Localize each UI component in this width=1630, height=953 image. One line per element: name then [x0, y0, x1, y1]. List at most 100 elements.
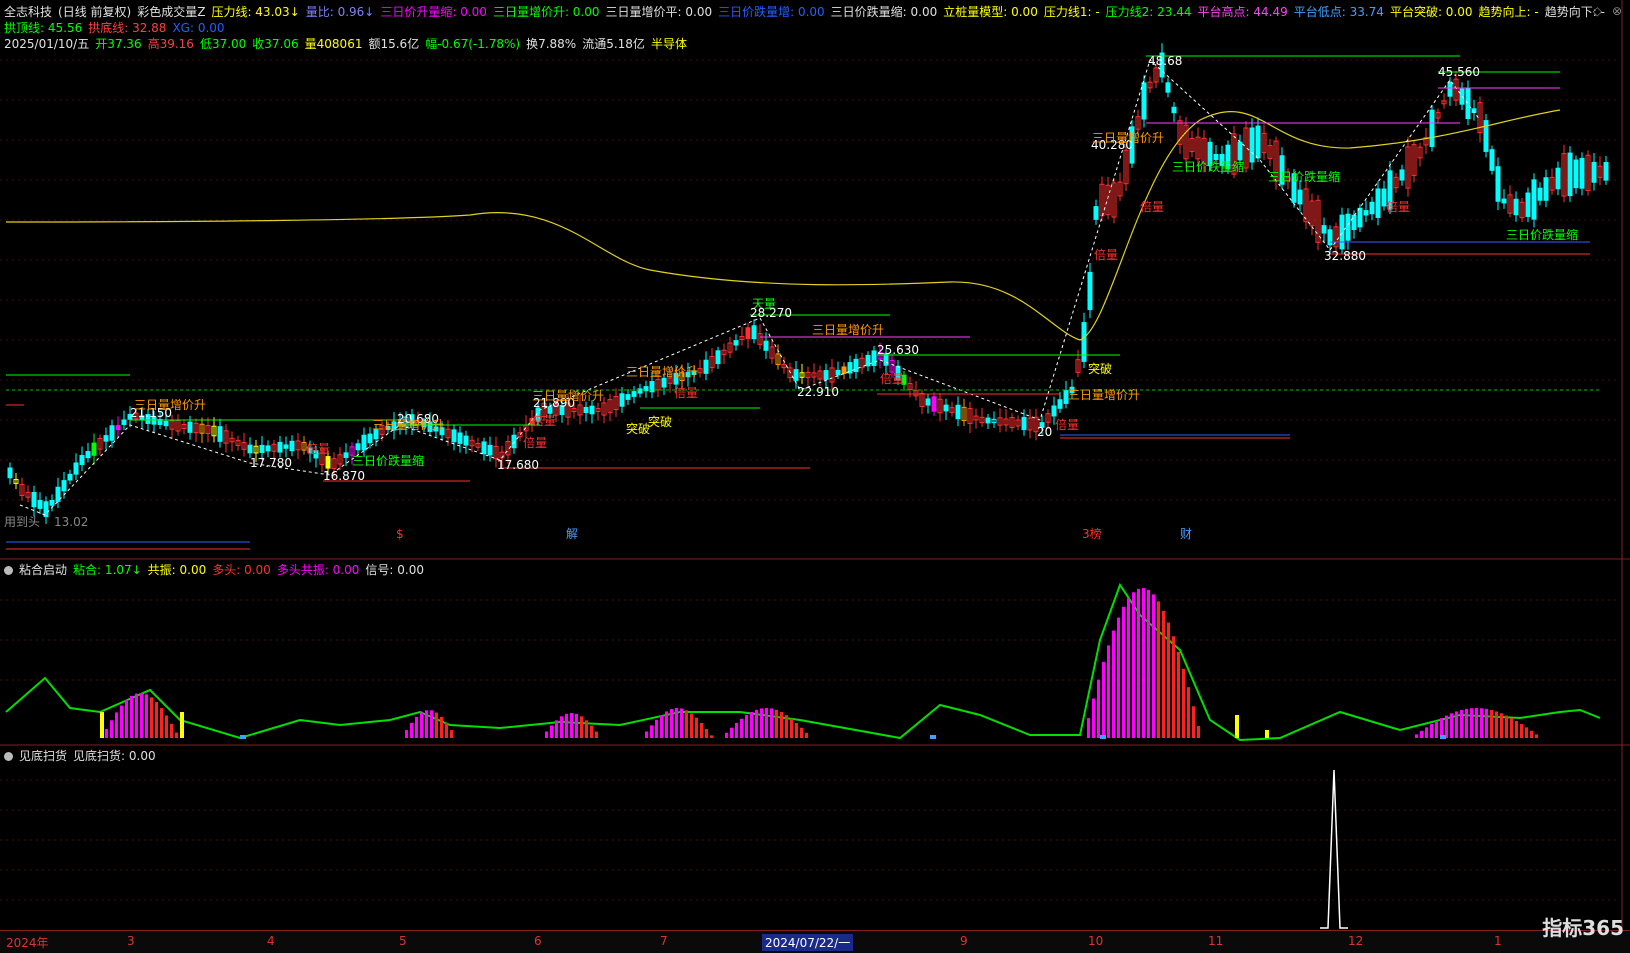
brand-logo: 指标365 [1542, 912, 1624, 941]
candle-body [1501, 198, 1507, 204]
bond-bar [445, 722, 448, 738]
bond-bar [1525, 727, 1528, 738]
x-axis-label: 10 [1088, 934, 1104, 948]
arch-bottom-line: 拱底线: 32.88 [88, 21, 167, 35]
pressure-line: 压力线: 43.03↓ [211, 5, 300, 19]
bond-bar [1455, 711, 1458, 738]
x-axis-label: 7 [660, 934, 668, 948]
candle-body [1345, 213, 1351, 241]
bond-bar [1117, 617, 1120, 738]
panel2-header: 粘合启动 粘合: 1.07↓ 共振: 0.00 多头: 0.00 多头共振: 0.00 信… [4, 562, 430, 578]
candle-body [103, 435, 109, 442]
bond-bar [785, 715, 788, 738]
bond-bar [155, 702, 158, 738]
bond-bar [645, 731, 648, 738]
bottom-sweep-spike [1320, 769, 1348, 929]
sector: 半导体 [650, 37, 687, 51]
candle-body [1297, 189, 1303, 205]
candle-body [1567, 152, 1573, 197]
candle-body [163, 420, 169, 427]
candle-body [943, 404, 949, 412]
bond-bar [580, 716, 583, 738]
close-icon[interactable]: ⊗ [1612, 4, 1622, 18]
settings-dot-icon[interactable] [4, 752, 13, 761]
event-marker[interactable]: 解 [566, 527, 578, 541]
bond-bar [1425, 727, 1428, 738]
bond-bar [1520, 724, 1523, 738]
bond-bar [1505, 715, 1508, 738]
main-indicator-header-2: 拱顶线: 45.56 拱底线: 32.88 XG: 0.00 [4, 20, 231, 36]
event-marker[interactable]: 3榜 [1082, 527, 1102, 541]
chart-annotation: 20 [1037, 425, 1053, 439]
candle-body [61, 480, 67, 492]
bond-bar [775, 709, 778, 738]
bond-bar [440, 716, 443, 738]
candle-body [745, 327, 751, 340]
chart-annotation: 用到头 [4, 515, 41, 529]
candle-body [1021, 416, 1027, 431]
bond-bar [755, 709, 758, 738]
bond-bar [110, 720, 113, 738]
main-indicator-header: 全志科技 (日线 前复权) 彩色成交量Z 压力线: 43.03↓ 量比: 0.96↓ 三日… [4, 4, 1611, 20]
xg-value: XG: 0.00 [172, 21, 225, 35]
settings-dot-icon[interactable] [4, 566, 13, 575]
candle-body [751, 325, 757, 340]
candle-body [247, 444, 253, 454]
candle-body [1465, 88, 1471, 120]
date: 2025/01/10/五 [4, 37, 90, 51]
x-axis-label: 3 [127, 934, 135, 948]
volume-ratio: 量比: 0.96↓ [305, 5, 375, 19]
bond-value: 粘合: 1.07↓ [73, 563, 142, 577]
candle-body [481, 441, 487, 455]
candle-body [661, 377, 667, 388]
event-marker[interactable]: 财 [1180, 527, 1192, 541]
bond-bar [1097, 679, 1100, 738]
bond-bar-yellow [100, 712, 104, 738]
bond-bar [1142, 588, 1145, 738]
bond-bar [1415, 734, 1418, 738]
pressure-line-1: 压力线1: - [1043, 5, 1100, 19]
candle-body [457, 432, 463, 444]
bond-bar [1535, 734, 1538, 738]
candle-body [625, 394, 631, 400]
diamond-icon[interactable]: ◇ [1593, 4, 1602, 18]
candle-body [955, 404, 961, 420]
bond-bar [550, 725, 553, 738]
bond-bar [560, 716, 563, 738]
candle-body [823, 370, 829, 380]
event-marker[interactable]: $ [396, 527, 404, 541]
bond-bar [410, 722, 413, 738]
bond-bar [115, 712, 118, 738]
bond-bar [1530, 730, 1533, 738]
bond-bar [1490, 709, 1493, 738]
candle-body [1447, 81, 1453, 97]
main-chart-canvas[interactable] [0, 0, 1630, 952]
candle-body [79, 455, 85, 465]
candle-body [1249, 127, 1255, 163]
chart-annotation: 三日价跌量缩 [1506, 228, 1579, 242]
bond-bar [1127, 598, 1130, 738]
candle-body [1603, 162, 1609, 181]
candle-body [1543, 177, 1549, 201]
bond-bar [555, 720, 558, 738]
bond-bar [1182, 668, 1185, 738]
candle-body [1255, 125, 1261, 159]
zigzag-line [19, 59, 1481, 516]
platform-low: 平台低点: 33.74 [1293, 5, 1384, 19]
candle-body [1579, 157, 1585, 189]
bond-bar [710, 735, 713, 738]
bond-bar [745, 715, 748, 738]
x-axis-label: 12 [1348, 934, 1364, 948]
candle-body [715, 350, 721, 365]
candle-body [1237, 141, 1243, 161]
bottom-sweep-value: 见底扫货: 0.00 [73, 749, 156, 763]
low: 低37.00 [199, 37, 247, 51]
chart-annotation: 25.630 [877, 343, 919, 357]
x-axis-label: 11 [1208, 934, 1224, 948]
bond-bar [665, 711, 668, 738]
bond-bar [655, 719, 658, 738]
chart-annotation: 三日价跌量缩 [1268, 170, 1341, 184]
bond-bar [770, 708, 773, 738]
bond-bar [1510, 718, 1513, 738]
bond-bar [405, 730, 408, 738]
